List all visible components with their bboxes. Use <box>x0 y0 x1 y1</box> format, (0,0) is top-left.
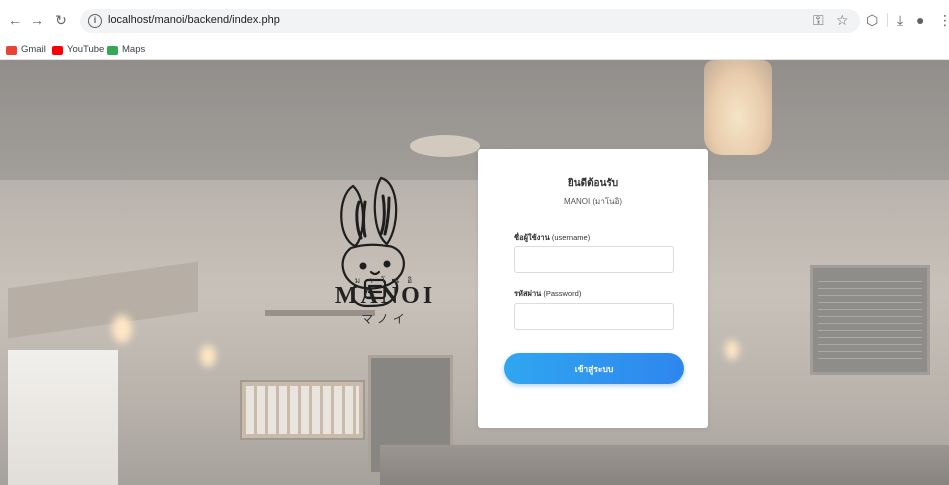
address-bar[interactable]: i localhost/manoi/backend/index.php <box>80 9 860 33</box>
star-icon[interactable]: ☆ <box>836 11 849 29</box>
url-text[interactable]: localhost/manoi/backend/index.php <box>108 14 280 26</box>
extensions-icon[interactable]: ⬡ <box>866 11 878 29</box>
reload-icon[interactable]: ↻ <box>52 11 70 29</box>
username-input[interactable] <box>514 246 674 273</box>
username-label-en: (username) <box>551 233 591 242</box>
toolbar-divider <box>887 13 888 27</box>
bookmark-label: YouTube <box>67 44 105 55</box>
background-overlay <box>0 60 949 485</box>
forward-icon[interactable]: → <box>28 11 46 29</box>
password-label-thai: รหัสผ่าน <box>514 289 542 298</box>
welcome-heading: ยินดีต้อนรับ <box>567 178 619 189</box>
password-input[interactable] <box>514 303 674 330</box>
login-button[interactable]: เข้าสู่ระบบ <box>504 353 684 384</box>
download-icon[interactable]: ⤓ <box>897 11 903 29</box>
username-label: ชื่อผู้ใช้งาน (username) <box>514 232 590 244</box>
login-card: ยินดีต้อนรับ MANOI (มาโนอิ) ชื่อผู้ใช้งา… <box>478 149 708 428</box>
profile-avatar[interactable]: ● <box>916 11 924 29</box>
bookmark-youtube[interactable]: YouTube <box>52 42 104 58</box>
key-icon[interactable]: ⚿ <box>813 11 824 29</box>
logo-japanese-text: マノイ <box>361 312 409 326</box>
logo-name: MANOI <box>334 283 436 309</box>
more-menu-icon[interactable]: ⋮ <box>938 11 949 29</box>
login-page: ม า โ น อิ MANOI マノイ ยินดีต้อนรับ MANOI … <box>0 60 949 485</box>
bookmark-label: Gmail <box>21 44 46 55</box>
bookmark-label: Maps <box>122 44 146 55</box>
browser-toolbar: ← → ↻ i localhost/manoi/backend/index.ph… <box>0 0 949 40</box>
bookmarks-bar: Gmail YouTube Maps <box>0 40 949 60</box>
username-label-thai: ชื่อผู้ใช้งาน <box>514 233 550 242</box>
password-label: รหัสผ่าน (Password) <box>514 288 581 300</box>
bookmark-gmail[interactable]: Gmail <box>6 42 46 58</box>
bookmark-maps[interactable]: Maps <box>107 42 145 58</box>
site-info-icon[interactable]: i <box>88 14 102 28</box>
youtube-icon <box>52 45 63 55</box>
back-icon[interactable]: ← <box>6 11 24 29</box>
gmail-icon <box>6 45 17 55</box>
brand-subtitle: MANOI (มาโนอิ) <box>563 197 623 206</box>
password-label-en: (Password) <box>543 289 582 298</box>
maps-icon <box>107 45 118 55</box>
